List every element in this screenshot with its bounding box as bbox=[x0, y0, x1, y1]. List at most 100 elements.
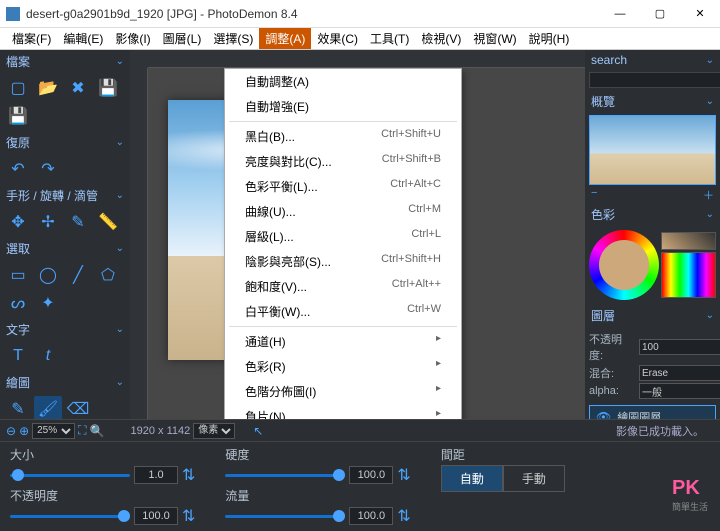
nav-panel-header[interactable]: 手形 / 旋轉 / 滴管⌄ bbox=[0, 184, 130, 207]
wand-select-tool[interactable]: ✦ bbox=[34, 290, 62, 316]
text-tool[interactable]: T bbox=[4, 343, 32, 369]
line-select-tool[interactable]: ╱ bbox=[64, 262, 92, 288]
navigator-preview[interactable] bbox=[589, 115, 716, 185]
lasso-select-tool[interactable]: ᔕ bbox=[4, 290, 32, 316]
stepper-icon[interactable]: ⇅ bbox=[397, 465, 410, 485]
menu-brightness-contrast[interactable]: 亮度與對比(C)...Ctrl+Shift+B bbox=[225, 149, 461, 174]
rect-select-tool[interactable]: ▭ bbox=[4, 262, 32, 288]
stepper-icon[interactable]: ⇅ bbox=[182, 506, 195, 526]
menu-auto-enhance[interactable]: 自動增強(E) bbox=[225, 94, 461, 119]
menu-help[interactable]: 說明(H) bbox=[523, 28, 576, 49]
alpha-mode-select[interactable] bbox=[639, 383, 720, 399]
redo-button[interactable]: ↷ bbox=[34, 156, 62, 182]
hardness-slider[interactable] bbox=[225, 467, 345, 483]
menu-view[interactable]: 檢視(V) bbox=[415, 28, 467, 49]
undo-panel-header[interactable]: 復原⌄ bbox=[0, 131, 130, 154]
text-panel-header[interactable]: 文字⌄ bbox=[0, 318, 130, 341]
menu-curves[interactable]: 曲線(U)...Ctrl+M bbox=[225, 199, 461, 224]
app-body: 檔案⌄ ▢ 📂 ✖ 💾 💾 復原⌄ ↶ ↷ 手形 / 旋轉 / 滴管⌄ ✥ ✢ … bbox=[0, 50, 720, 419]
eraser-tool[interactable]: ⌫ bbox=[64, 396, 92, 419]
zoom-select[interactable]: 25% bbox=[32, 423, 75, 439]
size-value[interactable]: 1.0 bbox=[134, 466, 178, 484]
save-button[interactable]: 💾 bbox=[94, 75, 122, 101]
maximize-button[interactable]: ▢ bbox=[640, 0, 680, 28]
search-input[interactable] bbox=[589, 72, 720, 88]
spacing-manual-tab[interactable]: 手動 bbox=[503, 465, 565, 492]
zoom-actual-button[interactable]: 🔍 bbox=[90, 424, 105, 438]
zoom-fit-button[interactable]: ⛶ bbox=[78, 423, 86, 438]
menu-image[interactable]: 影像(I) bbox=[109, 28, 156, 49]
undo-tools: ↶ ↷ bbox=[0, 154, 130, 184]
hand-tool[interactable]: ✥ bbox=[4, 209, 32, 235]
hardness-value[interactable]: 100.0 bbox=[349, 466, 393, 484]
preview-panel-header[interactable]: 概覽⌄ bbox=[585, 90, 720, 113]
zoom-out-icon[interactable]: − bbox=[591, 187, 597, 203]
menu-window[interactable]: 視窗(W) bbox=[467, 28, 522, 49]
color-spectrum[interactable] bbox=[661, 252, 716, 298]
menu-select[interactable]: 選擇(S) bbox=[207, 28, 259, 49]
stepper-icon[interactable]: ⇅ bbox=[397, 506, 410, 526]
menu-saturation[interactable]: 飽和度(V)...Ctrl+Alt++ bbox=[225, 274, 461, 299]
size-slider[interactable] bbox=[10, 467, 130, 483]
pencil-tool[interactable]: ✎ bbox=[4, 396, 32, 419]
measure-tool[interactable]: 📏 bbox=[94, 209, 122, 235]
menu-layer[interactable]: 圖層(L) bbox=[157, 28, 208, 49]
layer-panel-header[interactable]: 圖層⌄ bbox=[585, 304, 720, 327]
paint-panel-header[interactable]: 繪圖⌄ bbox=[0, 371, 130, 394]
close-file-button[interactable]: ✖ bbox=[64, 75, 92, 101]
flow-slider[interactable] bbox=[225, 508, 345, 524]
visibility-eye-icon[interactable]: 👁 bbox=[596, 410, 611, 419]
undo-button[interactable]: ↶ bbox=[4, 156, 32, 182]
open-file-button[interactable]: 📂 bbox=[34, 75, 62, 101]
menu-channel[interactable]: 通道(H) bbox=[225, 329, 461, 354]
zoom-out-button[interactable]: ⊖ bbox=[6, 424, 16, 438]
menu-color[interactable]: 色彩(R) bbox=[225, 354, 461, 379]
saveas-button[interactable]: 💾 bbox=[4, 103, 32, 129]
blend-mode-select[interactable] bbox=[639, 365, 720, 381]
fg-bg-swatch[interactable] bbox=[661, 232, 716, 250]
minimize-button[interactable]: — bbox=[600, 0, 640, 28]
spacing-auto-tab[interactable]: 自動 bbox=[441, 465, 503, 492]
canvas-area[interactable]: 自動調整(A) 自動增強(E) 黑白(B)...Ctrl+Shift+U 亮度與… bbox=[148, 68, 585, 419]
search-panel-header[interactable]: search⌄ bbox=[585, 50, 720, 70]
poly-select-tool[interactable]: ⬠ bbox=[94, 262, 122, 288]
unit-select[interactable]: 像素 bbox=[193, 423, 235, 439]
layer-item[interactable]: 👁 繪圖圖層 bbox=[589, 405, 716, 419]
status-bar: ⊖ ⊕ 25% ⛶ 🔍 1920 x 1142 像素 ↖ 影像已成功載入。 bbox=[0, 419, 720, 441]
new-file-button[interactable]: ▢ bbox=[4, 75, 32, 101]
menu-color-balance[interactable]: 色彩平衡(L)...Ctrl+Alt+C bbox=[225, 174, 461, 199]
close-button[interactable]: ✕ bbox=[680, 0, 720, 28]
opacity-slider[interactable] bbox=[10, 508, 130, 524]
text-fancy-tool[interactable]: t bbox=[34, 343, 62, 369]
size-label: 大小 bbox=[10, 446, 195, 463]
brush-tool[interactable]: 🖌 bbox=[34, 396, 62, 419]
move-tool[interactable]: ✢ bbox=[34, 209, 62, 235]
layer-opacity-input[interactable] bbox=[639, 339, 720, 355]
menu-tools[interactable]: 工具(T) bbox=[364, 28, 415, 49]
zoom-in-icon[interactable]: ＋ bbox=[703, 187, 714, 203]
menu-white-balance[interactable]: 白平衡(W)...Ctrl+W bbox=[225, 299, 461, 324]
menu-bw[interactable]: 黑白(B)...Ctrl+Shift+U bbox=[225, 124, 461, 149]
menu-invert[interactable]: 負片(N) bbox=[225, 404, 461, 419]
menu-file[interactable]: 檔案(F) bbox=[6, 28, 57, 49]
chevron-down-icon: ⌄ bbox=[706, 209, 714, 220]
menu-shadow-highlight[interactable]: 陰影與亮部(S)...Ctrl+Shift+H bbox=[225, 249, 461, 274]
menu-edit[interactable]: 編輯(E) bbox=[57, 28, 109, 49]
color-panel-header[interactable]: 色彩⌄ bbox=[585, 203, 720, 226]
select-panel-header[interactable]: 選取⌄ bbox=[0, 237, 130, 260]
ruler-vertical bbox=[130, 68, 148, 419]
menu-levels[interactable]: 層級(L)...Ctrl+L bbox=[225, 224, 461, 249]
eyedropper-tool[interactable]: ✎ bbox=[64, 209, 92, 235]
menu-auto-adjust[interactable]: 自動調整(A) bbox=[225, 69, 461, 94]
chevron-down-icon: ⌄ bbox=[706, 55, 714, 66]
menu-adjust[interactable]: 調整(A) bbox=[259, 28, 311, 49]
color-wheel[interactable] bbox=[589, 230, 659, 300]
menu-effect[interactable]: 效果(C) bbox=[311, 28, 364, 49]
flow-value[interactable]: 100.0 bbox=[349, 507, 393, 525]
file-panel-header[interactable]: 檔案⌄ bbox=[0, 50, 130, 73]
opacity-value[interactable]: 100.0 bbox=[134, 507, 178, 525]
stepper-icon[interactable]: ⇅ bbox=[182, 465, 195, 485]
zoom-in-button[interactable]: ⊕ bbox=[19, 424, 29, 438]
ellipse-select-tool[interactable]: ◯ bbox=[34, 262, 62, 288]
menu-histogram[interactable]: 色階分佈圖(I) bbox=[225, 379, 461, 404]
